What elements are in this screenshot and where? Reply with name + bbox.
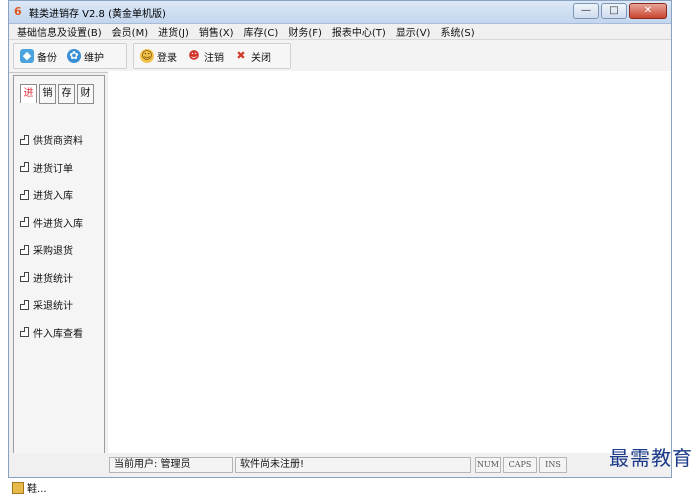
status-num: NUM [475, 457, 501, 473]
document-icon [20, 217, 29, 228]
minimize-button[interactable]: — [573, 3, 599, 19]
document-icon [20, 162, 29, 173]
sidebar-item-label: 供货商资料 [33, 136, 83, 148]
logout-icon: ☻ [188, 49, 200, 62]
backup-label: 备份 [37, 52, 57, 64]
document-icon [20, 327, 29, 338]
status-caps: CAPS [503, 457, 537, 473]
sidebar-item-piece-receipt[interactable]: 件进货入库 [14, 209, 104, 237]
menu-system[interactable]: 系统(S) [440, 24, 474, 39]
menu-reports[interactable]: 报表中心(T) [332, 24, 386, 39]
login-label: 登录 [157, 52, 177, 64]
status-registration: 软件尚未注册! [235, 457, 471, 473]
maximize-button[interactable]: □ [601, 3, 627, 19]
sidebar-item-purchase-receipt[interactable]: 进货入库 [14, 181, 104, 209]
backup-button[interactable]: ◆ 备份 [20, 49, 57, 64]
sidebar-items: 供货商资料 进货订单 进货入库 件进货入库 采购退货 进货统计 采退统计 件入库… [14, 126, 104, 346]
document-icon [20, 134, 29, 145]
status-current-user: 当前用户: 管理员 [109, 457, 233, 473]
sidebar-item-piece-receipt-view[interactable]: 件入库查看 [14, 319, 104, 347]
menu-purchase[interactable]: 进货(J) [158, 24, 189, 39]
sidebar-item-purchase-stats[interactable]: 进货统计 [14, 264, 104, 292]
menu-view[interactable]: 显示(V) [396, 24, 431, 39]
toolbar-group-session: ☺ 登录 ☻ 注销 ✖ 关闭 [133, 43, 291, 69]
maintain-button[interactable]: ✿ 维护 [67, 49, 104, 64]
status-bar: 当前用户: 管理员 软件尚未注册! NUM CAPS INS [9, 453, 671, 477]
close-button[interactable]: ✖ 关闭 [234, 49, 271, 64]
sidebar-item-suppliers[interactable]: 供货商资料 [14, 126, 104, 154]
taskbar-label: 鞋... [27, 484, 47, 495]
app-icon: 6 [14, 5, 22, 18]
title-bar[interactable]: 6 鞋类进销存 V2.8 (黄金单机版) — □ ✕ [9, 1, 671, 24]
menu-finance[interactable]: 财务(F) [288, 24, 322, 39]
menu-inventory[interactable]: 库存(C) [244, 24, 279, 39]
menu-bar: 基础信息及设置(B) 会员(M) 进货(J) 销售(X) 库存(C) 财务(F)… [9, 23, 671, 39]
tab-sales[interactable]: 销 [39, 84, 56, 104]
tab-inventory[interactable]: 存 [58, 84, 75, 104]
maintain-label: 维护 [84, 52, 104, 64]
logout-button[interactable]: ☻ 注销 [187, 49, 224, 64]
sidebar-item-label: 采退统计 [33, 301, 73, 313]
minimize-icon: — [581, 5, 591, 16]
status-ins: INS [539, 457, 567, 473]
logout-label: 注销 [204, 52, 224, 64]
menu-member[interactable]: 会员(M) [112, 24, 148, 39]
sidebar-item-label: 进货入库 [33, 191, 73, 203]
tab-purchase[interactable]: 进 [20, 84, 37, 103]
watermark-text: 最需教育 [609, 446, 693, 470]
app-icon [12, 481, 24, 494]
sidebar-item-label: 采购退货 [33, 246, 73, 258]
sidebar-item-label: 进货统计 [33, 273, 73, 285]
close-icon: ✖ [236, 49, 246, 62]
backup-icon: ◆ [20, 49, 34, 63]
sidebar-tabs: 进 销 存 财 [20, 84, 96, 104]
maintain-icon: ✿ [67, 49, 81, 63]
document-icon [20, 244, 29, 255]
close-window-icon: ✕ [643, 5, 653, 16]
main-workspace [108, 71, 671, 453]
login-button[interactable]: ☺ 登录 [140, 49, 177, 64]
window-title: 鞋类进销存 V2.8 (黄金单机版) [29, 9, 166, 20]
document-icon [20, 272, 29, 283]
sidebar-item-label: 件入库查看 [33, 328, 83, 340]
login-icon: ☺ [140, 49, 154, 63]
sidebar-item-label: 进货订单 [33, 163, 73, 175]
menu-basic-info[interactable]: 基础信息及设置(B) [17, 24, 102, 39]
document-icon [20, 189, 29, 200]
close-label: 关闭 [251, 52, 271, 64]
sidebar-item-purchase-order[interactable]: 进货订单 [14, 154, 104, 182]
toolbar-group-maintenance: ◆ 备份 ✿ 维护 [13, 43, 127, 69]
document-icon [20, 299, 29, 310]
app-window: 6 鞋类进销存 V2.8 (黄金单机版) — □ ✕ 基础信息及设置(B) 会员… [8, 0, 672, 478]
sidebar-item-purchase-return[interactable]: 采购退货 [14, 236, 104, 264]
sidebar-item-return-stats[interactable]: 采退统计 [14, 291, 104, 319]
close-window-button[interactable]: ✕ [629, 3, 667, 19]
taskbar-button[interactable]: 鞋... [12, 480, 47, 495]
toolbar: ◆ 备份 ✿ 维护 ☺ 登录 ☻ 注销 ✖ 关闭 [9, 39, 671, 73]
maximize-icon: □ [609, 5, 619, 16]
tab-finance[interactable]: 财 [77, 84, 94, 104]
menu-sales[interactable]: 销售(X) [199, 24, 234, 39]
sidebar-item-label: 件进货入库 [33, 218, 83, 230]
sidebar: 进 销 存 财 供货商资料 进货订单 进货入库 件进货入库 采购退货 进货统计 … [13, 75, 105, 455]
